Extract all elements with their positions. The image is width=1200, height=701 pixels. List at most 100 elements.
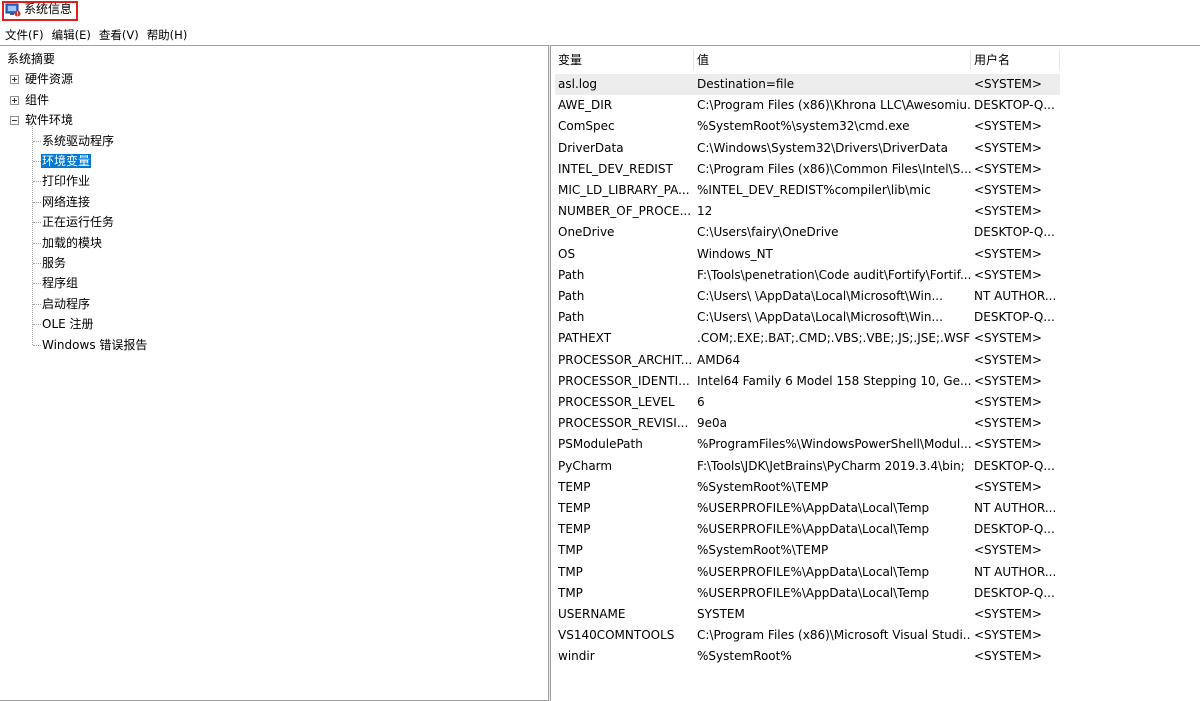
table-row[interactable]: PROCESSOR_LEVEL 6 <SYSTEM> <box>555 392 1060 413</box>
tree-child-item[interactable]: 服务 <box>41 253 67 273</box>
tree-child-item[interactable]: 启动程序 <box>41 294 91 314</box>
table-row[interactable]: asl.log Destination=file <SYSTEM> <box>555 74 1060 95</box>
value-cell: C:\Users\ \AppData\Local\Microsoft\Win..… <box>697 310 943 325</box>
table-row[interactable]: NUMBER_OF_PROCE... 12 <SYSTEM> <box>555 201 1060 222</box>
category-tree[interactable]: 系统摘要 硬件资源 组件 软件环境 系统驱动程序 环境变量 打印作业 网络连接 正在运行任务 加载… <box>0 45 549 701</box>
username-cell: <SYSTEM> <box>974 607 1042 621</box>
table-row[interactable]: TMP %SystemRoot%\TEMP <SYSTEM> <box>555 540 1060 561</box>
table-row[interactable]: TEMP %SystemRoot%\TEMP <SYSTEM> <box>555 477 1060 498</box>
table-row[interactable]: VS140COMNTOOLS C:\Program Files (x86)\Mic… <box>555 625 1060 646</box>
value-cell: SYSTEM <box>697 607 745 621</box>
table-row[interactable]: TMP %USERPROFILE%\AppData\Local\Temp NT AU… <box>555 562 1060 583</box>
username-cell: <SYSTEM> <box>974 416 1042 431</box>
variable-cell: VS140COMNTOOLS <box>558 628 675 643</box>
table-row[interactable]: ComSpec %SystemRoot%\system32\cmd.exe <SYS… <box>555 116 1060 137</box>
table-row[interactable]: TEMP %USERPROFILE%\AppData\Local\Temp DESK… <box>555 519 1060 540</box>
menu-edit[interactable]: 编辑(E) <box>48 26 95 44</box>
table-row[interactable]: PROCESSOR_ARCHIT... AMD64 <SYSTEM> <box>555 350 1060 371</box>
table-row[interactable]: OS Windows_NT <SYSTEM> <box>555 244 1060 265</box>
username-cell: <SYSTEM> <box>974 395 1042 409</box>
value-cell: %ProgramFiles%\WindowsPowerShell\Modul..… <box>697 437 971 452</box>
system-information-icon <box>5 3 21 17</box>
tree-connector <box>33 303 41 305</box>
username-cell: DESKTOP-Q... <box>974 522 1055 537</box>
column-header-username[interactable]: 用户名 <box>971 50 1060 70</box>
tree-child-item[interactable]: Windows 错误报告 <box>41 335 148 355</box>
variable-cell: TEMP <box>558 501 591 515</box>
table-row[interactable]: TMP %USERPROFILE%\AppData\Local\Temp DESKT… <box>555 583 1060 604</box>
value-cell: C:\Windows\System32\Drivers\DriverData <box>697 140 948 155</box>
window-title: 系统信息 <box>24 2 73 16</box>
username-cell: DESKTOP-Q... <box>974 225 1055 240</box>
collapse-icon[interactable] <box>10 116 19 126</box>
tree-child-item[interactable]: 正在运行任务 <box>41 212 115 232</box>
tree-label: 环境变量 <box>41 154 92 168</box>
tree-child-item[interactable]: OLE 注册 <box>41 314 95 334</box>
username-cell: <SYSTEM> <box>974 204 1042 219</box>
tree-child-item[interactable]: 打印作业 <box>41 171 91 191</box>
tree-child-item[interactable]: 程序组 <box>41 273 79 293</box>
variable-cell: ComSpec <box>558 119 615 134</box>
table-row[interactable]: Path C:\Users\ \AppData\Local\Microsoft\W… <box>555 286 1060 307</box>
variable-cell: PyCharm <box>558 458 613 473</box>
table-row[interactable]: Path C:\Users\ \AppData\Local\Microsoft\W… <box>555 307 1060 328</box>
table-row[interactable]: INTEL_DEV_REDIST C:\Program Files (x86)\C… <box>555 159 1060 180</box>
menu-view[interactable]: 查看(V) <box>95 26 143 44</box>
tree-label: 硬件资源 <box>25 72 74 87</box>
variable-cell: Path <box>558 310 585 325</box>
value-cell: C:\Program Files (x86)\Common Files\Inte… <box>697 161 971 176</box>
table-row[interactable]: PSModulePath %ProgramFiles%\WindowsPowerS… <box>555 434 1060 455</box>
tree-label: 加载的模块 <box>42 235 103 250</box>
tree-connector <box>33 222 41 224</box>
table-row[interactable]: USERNAME SYSTEM <SYSTEM> <box>555 604 1060 625</box>
expand-icon[interactable] <box>10 95 19 105</box>
variable-cell: OS <box>558 246 576 261</box>
value-cell: C:\Users\ \AppData\Local\Microsoft\Win..… <box>697 289 943 303</box>
table-row[interactable]: OneDrive C:\Users\fairy\OneDrive DESKTOP-Q… <box>555 222 1060 243</box>
tree-label: 程序组 <box>42 276 79 291</box>
menu-file[interactable]: 文件(F) <box>0 26 48 44</box>
value-cell: C:\Program Files (x86)\Microsoft Visual … <box>697 628 971 643</box>
username-cell: NT AUTHOR... <box>974 501 1057 515</box>
table-row[interactable]: PROCESSOR_REVISI... 9e0a <SYSTEM> <box>555 413 1060 434</box>
menu-help[interactable]: 帮助(H) <box>143 26 192 44</box>
table-row[interactable]: PATHEXT .COM;.EXE;.BAT;.CMD;.VBS;.VBE;.JS… <box>555 328 1060 349</box>
tree-child-item[interactable]: 系统驱动程序 <box>41 131 115 151</box>
tree-child-item[interactable]: 环境变量 <box>41 151 92 171</box>
username-cell: DESKTOP-Q... <box>974 585 1055 600</box>
table-row[interactable]: AWE_DIR C:\Program Files (x86)\Khrona LLC… <box>555 95 1060 116</box>
tree-label: 启动程序 <box>42 296 91 311</box>
tree-root-system-summary[interactable]: 系统摘要 <box>6 49 56 69</box>
table-row[interactable]: Path F:\Tools\penetration\Code audit\Fort… <box>555 265 1060 286</box>
variable-cell: NUMBER_OF_PROCE... <box>558 204 692 219</box>
username-cell: <SYSTEM> <box>974 628 1042 643</box>
table-row[interactable]: TEMP %USERPROFILE%\AppData\Local\Temp NT A… <box>555 498 1060 519</box>
variable-cell: OneDrive <box>558 225 615 240</box>
table-row[interactable]: PROCESSOR_IDENTI... Intel64 Family 6 Mode… <box>555 371 1060 392</box>
table-row[interactable]: MIC_LD_LIBRARY_PA... %INTEL_DEV_REDIST%co… <box>555 180 1060 201</box>
username-cell: <SYSTEM> <box>974 267 1042 282</box>
username-cell: NT AUTHOR... <box>974 289 1057 303</box>
expand-icon[interactable] <box>10 75 19 85</box>
tree-child-item[interactable]: 加载的模块 <box>41 233 103 253</box>
tree-connector <box>33 242 41 244</box>
table-row[interactable]: PyCharm F:\Tools\JDK\JetBrains\PyCharm 20… <box>555 456 1060 477</box>
column-header-variable[interactable]: 变量 <box>555 50 694 70</box>
column-header-value[interactable]: 值 <box>694 50 971 70</box>
table-row[interactable]: DriverData C:\Windows\System32\Drivers\Dr… <box>555 138 1060 159</box>
tree-connector <box>33 283 41 285</box>
table-row[interactable]: windir %SystemRoot% <SYSTEM> <box>555 646 1060 667</box>
tree-child-item[interactable]: 网络连接 <box>41 192 91 212</box>
username-cell: <SYSTEM> <box>974 352 1042 367</box>
value-cell: F:\Tools\JDK\JetBrains\PyCharm 2019.3.4\… <box>697 458 965 473</box>
tree-label: 系统驱动程序 <box>42 133 115 148</box>
details-pane[interactable]: 变量 值 用户名 asl.log Destination=file <SYSTEM>… <box>551 45 1200 701</box>
tree-node[interactable]: 硬件资源 <box>24 69 74 89</box>
menu-bar: 文件(F) 编辑(E) 查看(V) 帮助(H) <box>0 26 1200 44</box>
username-cell: DESKTOP-Q... <box>974 98 1055 113</box>
tree-node[interactable]: 组件 <box>24 90 50 110</box>
value-cell: %USERPROFILE%\AppData\Local\Temp <box>697 522 930 537</box>
username-cell: <SYSTEM> <box>974 161 1042 176</box>
username-cell: <SYSTEM> <box>974 373 1042 388</box>
variable-cell: windir <box>558 649 595 664</box>
